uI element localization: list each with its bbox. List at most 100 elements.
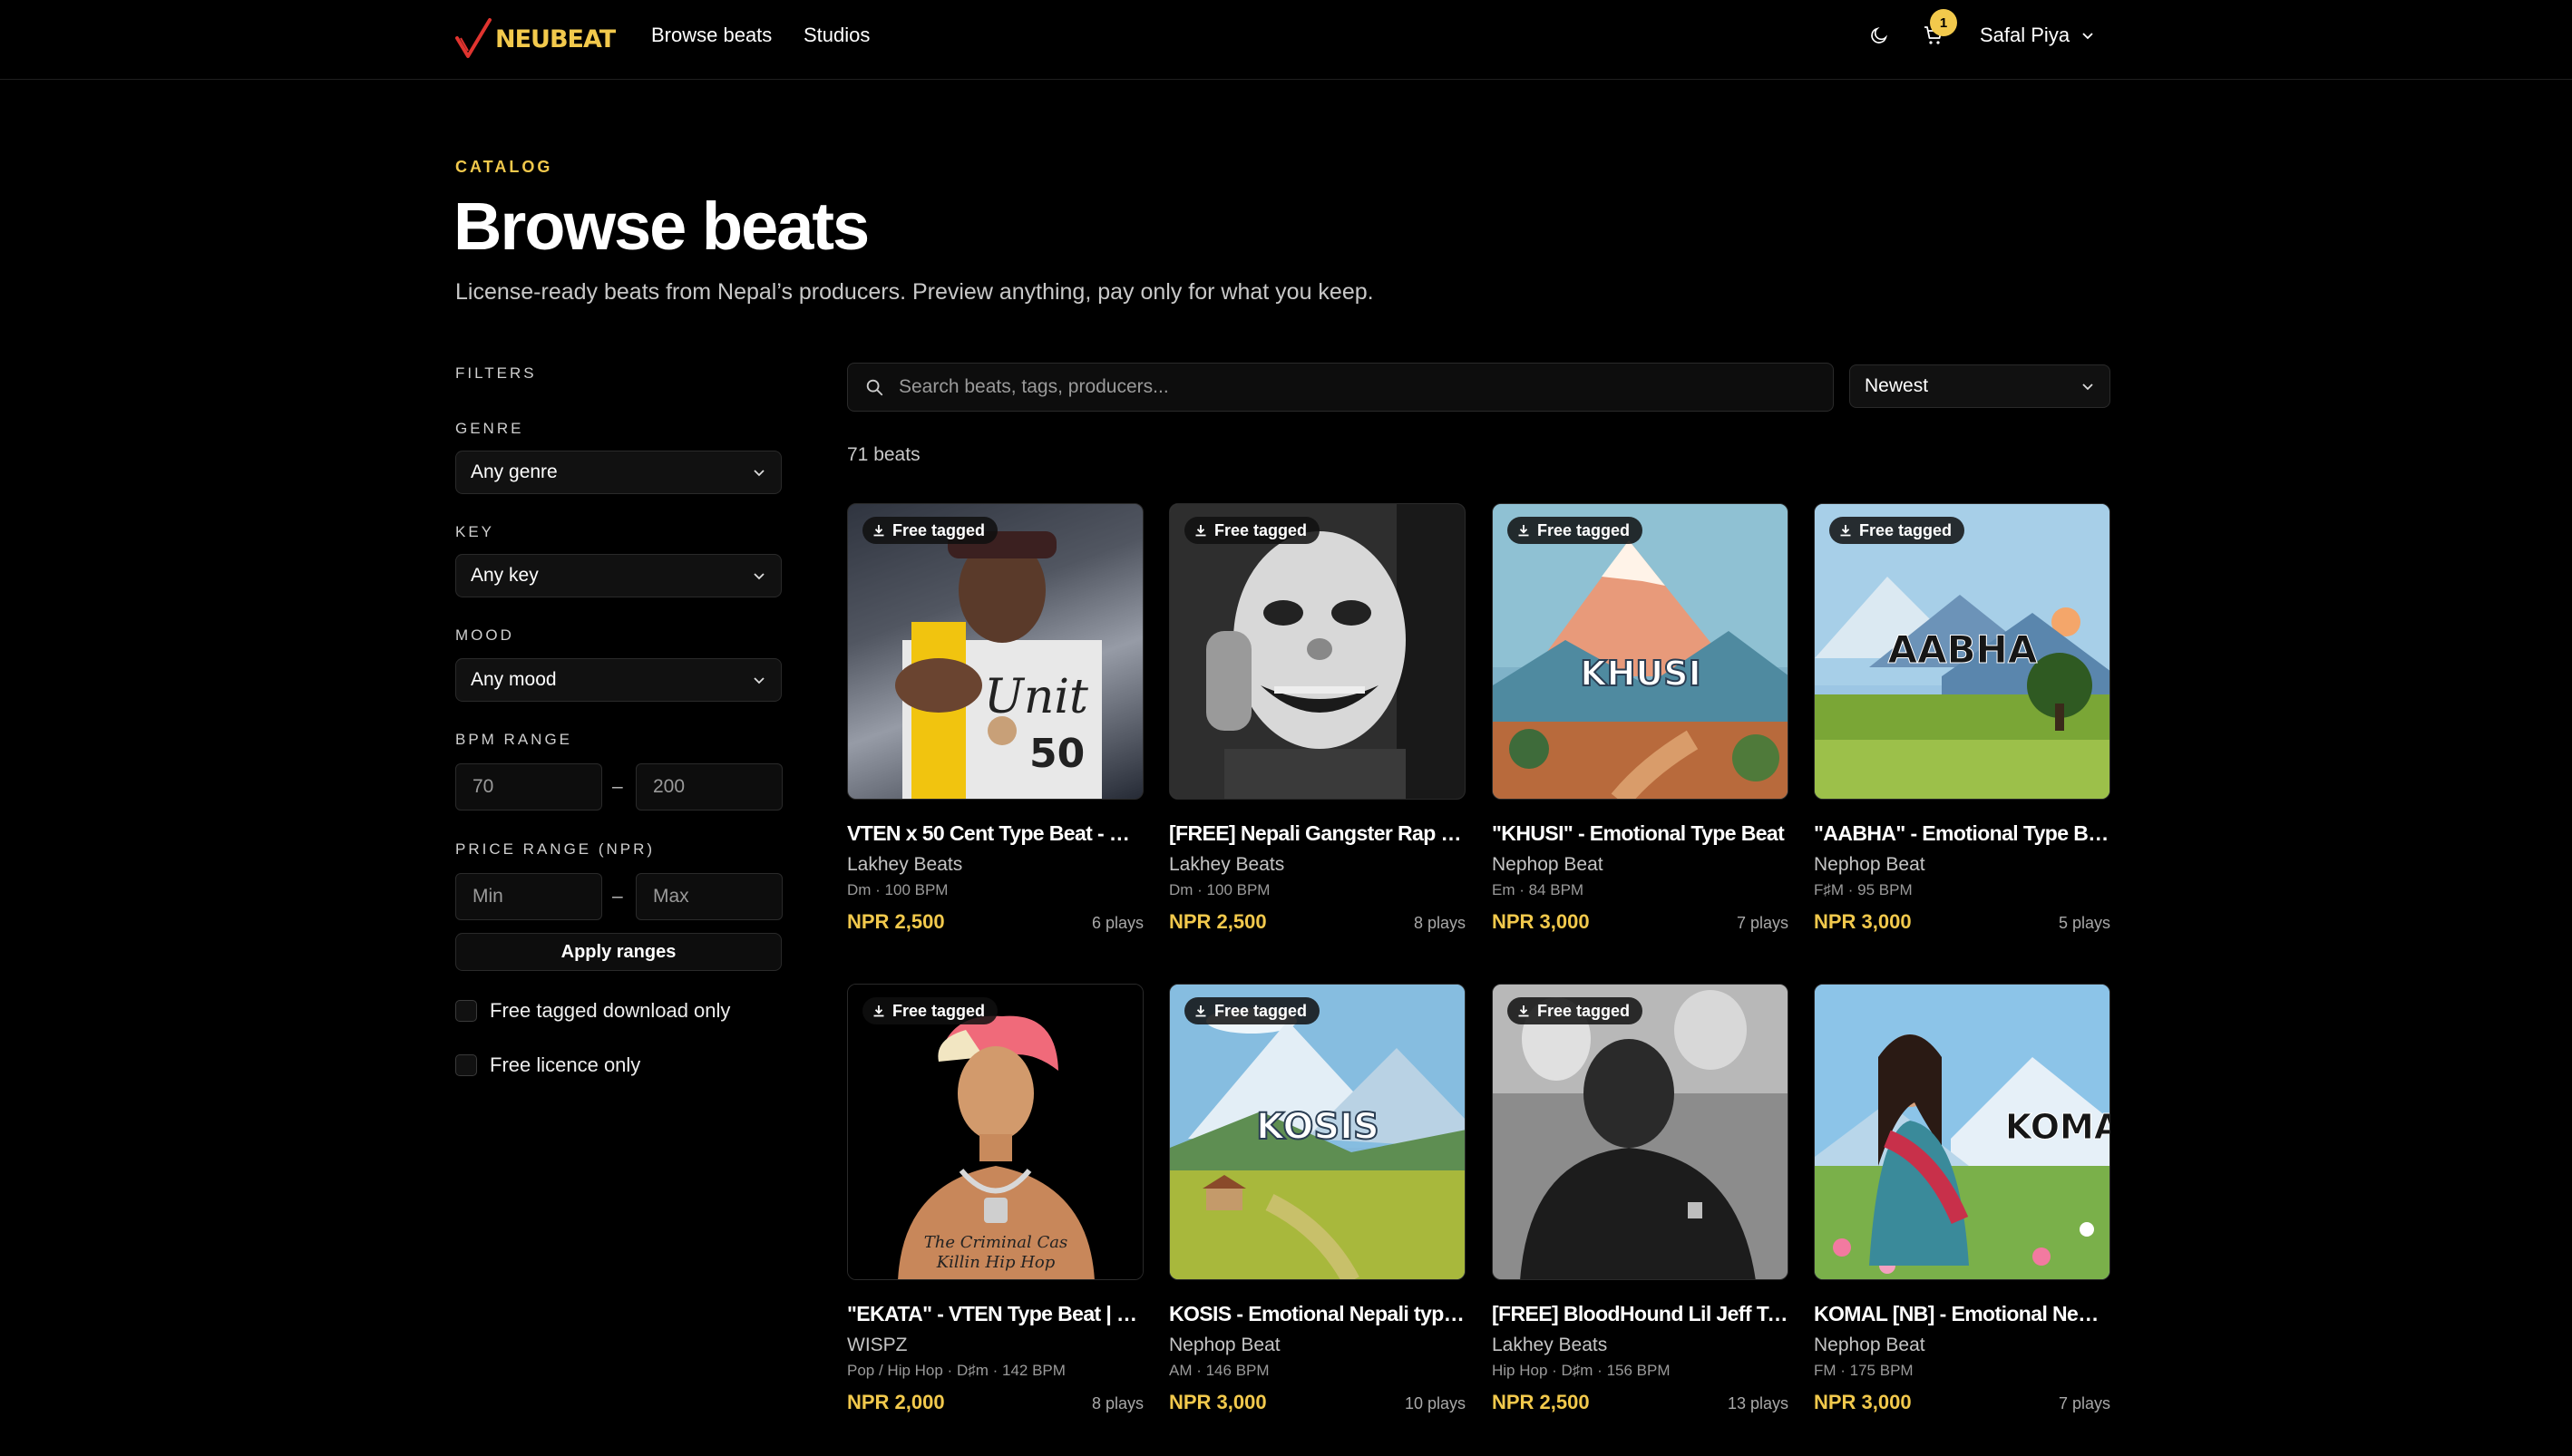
beat-cover-art[interactable]: The Criminal Cas Killin Hip Hop Free tag… [847,984,1144,1280]
svg-text:50: 50 [1029,731,1085,777]
page-title: Browse beats [453,189,870,264]
beat-cover-art[interactable]: AABHA Free tagged [1814,503,2110,800]
chevron-down-icon [754,470,765,477]
beat-cover-art[interactable]: KOMA [1814,984,2110,1280]
beat-cover-art[interactable]: Free tagged [1169,503,1466,800]
free-tagged-badge: Free tagged [862,517,999,544]
key-value: Any key [471,565,539,586]
nav-browse-beats[interactable]: Browse beats [651,22,772,49]
beat-card[interactable]: KOSIS Free tagged KOSIS - Emotional Nepa… [1169,984,1466,1414]
free-licence-filter[interactable]: Free licence only [455,1053,640,1077]
beat-price: NPR 3,000 [1492,910,1590,933]
free-tagged-badge: Free tagged [1507,997,1643,1024]
price-range-label: PRICE RANGE (NPR) [455,840,656,858]
free-licence-label: Free licence only [490,1053,641,1076]
checkmark-logo-icon [455,18,492,58]
beat-card[interactable]: Unit 50 Free tagged VTEN x 50 Cent Type … [847,503,1144,934]
free-tagged-badge: Free tagged [862,997,999,1024]
beat-title[interactable]: [FREE] BloodHound Lil Jeff Type Beat [1492,1300,1788,1327]
free-tagged-badge: Free tagged [1184,517,1320,544]
beat-producer[interactable]: Lakhey Beats [1169,852,1466,878]
theme-toggle-button[interactable] [1866,22,1893,49]
artwork-illustration: The Criminal Cas Killin Hip Hop [848,985,1143,1279]
beat-title[interactable]: VTEN x 50 Cent Type Beat - Clout [847,820,1144,847]
price-min-input[interactable]: Min [455,873,602,920]
artwork-illustration: KOSIS [1170,985,1465,1279]
apply-ranges-button[interactable]: Apply ranges [455,933,782,971]
beat-card[interactable]: Free tagged [FREE] BloodHound Lil Jeff T… [1492,984,1788,1414]
price-max-input[interactable]: Max [636,873,783,920]
beat-card[interactable]: The Criminal Cas Killin Hip Hop Free tag… [847,984,1144,1414]
genre-value: Any genre [471,461,558,482]
user-name: Safal Piya [1980,24,2070,46]
beat-producer[interactable]: Nephop Beat [1492,852,1788,878]
bpm-min-input[interactable]: 70 [455,763,602,811]
sort-value: Newest [1865,375,1929,396]
badge-label: Free tagged [1859,520,1953,539]
price-range-separator: – [612,886,623,907]
beat-plays: 5 plays [2058,914,2110,932]
beat-card[interactable]: Free tagged [FREE] Nepali Gangster Rap B… [1169,503,1466,934]
beat-title[interactable]: KOSIS - Emotional Nepali type beat [1169,1300,1466,1327]
beat-cover-art[interactable]: KOSIS Free tagged [1169,984,1466,1280]
beat-meta: Dm · 100 BPM [847,881,949,898]
beat-title[interactable]: "EKATA" - VTEN Type Beat | Nepali [847,1300,1144,1327]
user-menu[interactable]: Safal Piya [1980,22,2095,49]
free-tagged-checkbox[interactable] [455,1000,477,1022]
beat-producer[interactable]: Nephop Beat [1169,1333,1466,1358]
beat-plays: 7 plays [1736,914,1788,932]
brand-name: NEUBEAT [495,24,616,53]
beat-card[interactable]: KHUSI Free tagged "KHUSI" - Emotional Ty… [1492,503,1788,934]
artwork-illustration [1170,504,1465,799]
beat-card[interactable]: KOMA KOMAL [NB] - Emotional Nepali Beat … [1814,984,2110,1414]
search-placeholder: Search beats, tags, producers... [899,376,1169,397]
beat-meta: Hip Hop · D♯m · 156 BPM [1492,1362,1671,1379]
svg-text:Killin Hip Hop: Killin Hip Hop [936,1253,1056,1272]
bpm-max-input[interactable]: 200 [636,763,783,811]
nav-studios[interactable]: Studios [804,22,870,49]
artwork-illustration: Unit 50 [848,504,1143,799]
mood-value: Any mood [471,669,557,690]
chevron-down-icon [2082,383,2093,391]
cover-art-text: KOMA [2005,1107,2110,1147]
beat-title[interactable]: KOMAL [NB] - Emotional Nepali Beat [1814,1300,2110,1327]
artwork-illustration: AABHA [1815,504,2109,799]
free-licence-checkbox[interactable] [455,1054,477,1076]
badge-label: Free tagged [1214,520,1308,539]
beat-plays: 10 plays [1404,1394,1466,1412]
genre-select[interactable]: Any genre [455,451,782,494]
beat-meta: FM · 175 BPM [1814,1362,1914,1379]
beat-producer[interactable]: Nephop Beat [1814,852,2110,878]
svg-text:The Criminal Cas: The Criminal Cas [924,1233,1067,1252]
page-eyebrow: CATALOG [455,158,553,176]
download-icon [1518,1005,1529,1017]
search-input[interactable]: Search beats, tags, producers... [847,363,1834,412]
download-icon [873,525,884,537]
chevron-down-icon [754,573,765,580]
page-subtitle: License-ready beats from Nepal’s produce… [455,279,1374,305]
cart-count-badge: 1 [1930,9,1957,36]
key-select[interactable]: Any key [455,554,782,597]
results-count: 71 beats [847,444,921,465]
beat-price: NPR 2,500 [1169,910,1267,933]
brand-logo[interactable]: NEUBEAT [453,16,616,62]
mood-select[interactable]: Any mood [455,658,782,702]
beat-title[interactable]: [FREE] Nepali Gangster Rap Beat [1169,820,1466,847]
beat-meta: Pop / Hip Hop · D♯m · 142 BPM [847,1362,1066,1379]
beat-price: NPR 3,000 [1169,1391,1267,1413]
beat-producer[interactable]: Lakhey Beats [1492,1333,1788,1358]
beat-producer[interactable]: WISPZ [847,1333,1144,1358]
beat-card[interactable]: AABHA Free tagged "AABHA" - Emotional Ty… [1814,503,2110,934]
search-icon [866,379,883,396]
beat-title[interactable]: "KHUSI" - Emotional Type Beat [1492,820,1788,847]
beat-producer[interactable]: Lakhey Beats [847,852,1144,878]
free-tagged-filter[interactable]: Free tagged download only [455,999,730,1023]
beat-title[interactable]: "AABHA" - Emotional Type Beat [1814,820,2110,847]
download-icon [1195,1005,1206,1017]
beat-producer[interactable]: Nephop Beat [1814,1333,2110,1358]
chevron-down-icon [754,677,765,684]
sort-select[interactable]: Newest [1849,364,2110,408]
beat-cover-art[interactable]: Unit 50 Free tagged [847,503,1144,800]
beat-cover-art[interactable]: Free tagged [1492,984,1788,1280]
beat-cover-art[interactable]: KHUSI Free tagged [1492,503,1788,800]
